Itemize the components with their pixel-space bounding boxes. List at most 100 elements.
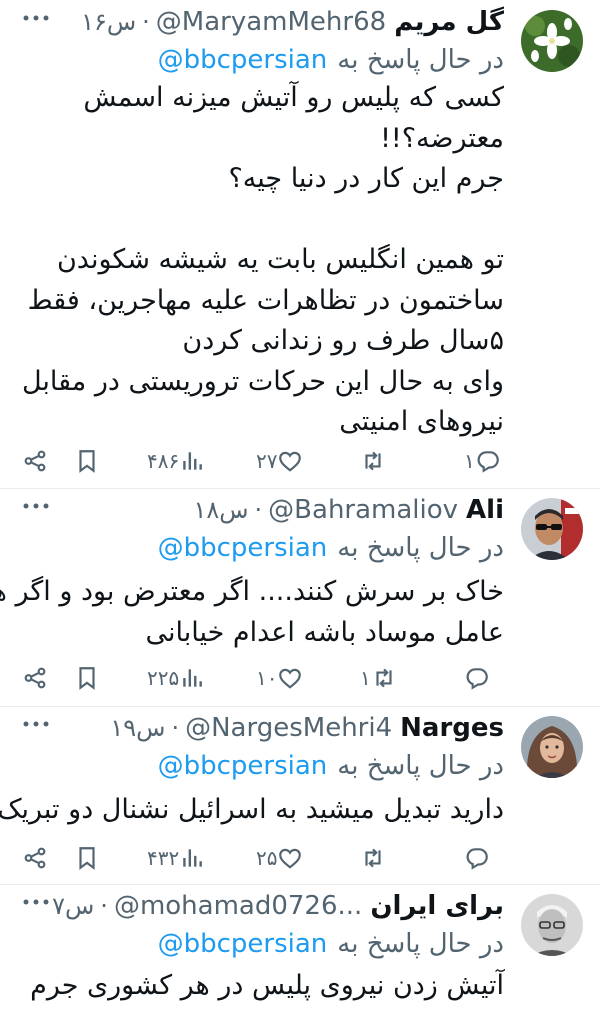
more-options-icon[interactable] (22, 714, 52, 734)
tweet-text-line: تو همین انگلیس بابت یه شیشه شکوندن (56, 244, 504, 275)
more-options-icon[interactable] (22, 892, 52, 912)
tweet-text-line: ساختمون در تظاهرات علیه مهاجرین، فقط (27, 284, 504, 316)
replies-count: ۱ (464, 449, 475, 473)
more-options-icon[interactable] (22, 8, 52, 28)
replying-to: در حال پاسخ به @bbcpersian (10, 38, 504, 82)
like-button[interactable]: ۲۷ (256, 446, 303, 476)
replying-to-user[interactable]: @bbcpersian (158, 533, 328, 563)
heart-icon (279, 668, 302, 689)
views-count: ۴۳۲ (147, 846, 180, 870)
reply-button[interactable]: ۱ (464, 446, 501, 476)
like-button[interactable]: ۱۰ (256, 663, 303, 693)
tweet-text: دارید تبدیل میشید به اسرائیل نشنال دو تب… (0, 790, 504, 831)
replying-to: در حال پاسخ به @bbcpersian (10, 526, 504, 570)
tweet-actions: ۴۳۲ ۲۵ (22, 843, 504, 873)
timestamp[interactable]: ۷س (52, 892, 94, 920)
share-icon (24, 450, 46, 472)
views-button[interactable]: ۲۲۵ (147, 663, 205, 693)
replying-to-user[interactable]: @bbcpersian (158, 45, 328, 75)
share-button[interactable] (22, 843, 48, 873)
tweet[interactable]: Narges @NargesMehri4 · ۱۹س در حال پاسخ ب… (0, 706, 600, 885)
bookmark-button[interactable] (74, 843, 100, 873)
comment-icon (466, 848, 488, 870)
replying-to-label: در حال پاسخ به (337, 751, 504, 781)
tweet-text-line: معترضه؟!! (380, 122, 504, 154)
user-handle[interactable]: @Bahramaliov (268, 495, 458, 525)
retweet-button[interactable] (360, 446, 386, 476)
retweet-button[interactable]: ۱ (360, 663, 397, 693)
tweet-text-line: خاک بر سرش کنند.... اگر معترض بود و اگر … (0, 576, 504, 607)
reply-button[interactable] (464, 663, 490, 693)
comment-icon (466, 668, 488, 690)
bookmark-button[interactable] (74, 663, 100, 693)
views-icon (183, 849, 203, 867)
share-icon (24, 667, 46, 689)
user-handle[interactable]: @mohamad0726... (114, 891, 362, 921)
tweet-header: Narges @NargesMehri4 · ۱۹س (8, 708, 504, 748)
tweet-text: خاک بر سرش کنند.... اگر معترض بود و اگر … (0, 572, 504, 653)
avatar[interactable] (521, 10, 583, 72)
avatar[interactable] (521, 498, 583, 560)
replying-to-label: در حال پاسخ به (337, 929, 504, 959)
tweet-actions: ۴۸۶ ۲۷ ۱ (22, 446, 504, 476)
views-count: ۲۲۵ (147, 666, 180, 690)
share-button[interactable] (22, 663, 48, 693)
tweet-actions: ۲۲۵ ۱۰ ۱ (22, 663, 504, 693)
reply-feed: گل مریم @MaryamMehr68 · ۱۶س در حال پاسخ … (0, 0, 600, 1020)
timestamp[interactable]: ۱۶س (81, 8, 136, 36)
tweet-text-line: جرم این کار در دنیا چیه؟ (228, 163, 504, 194)
likes-count: ۱۰ (256, 666, 278, 690)
views-button[interactable]: ۴۸۶ (147, 446, 205, 476)
tweet-text-line: کسی که پلیس رو آتیش میزنه اسمش (83, 82, 504, 113)
tweet-text-line: ۵سال طرف رو زندانی کردن (182, 325, 504, 356)
bookmark-icon (79, 667, 95, 690)
share-icon (24, 847, 46, 869)
tweet-header: گل مریم @MaryamMehr68 · ۱۶س (8, 2, 504, 42)
retweet-icon (365, 451, 381, 471)
separator-dot: · (100, 892, 108, 920)
tweet[interactable]: Ali @Bahramaliov · ۱۸س در حال پاسخ به @b… (0, 488, 600, 707)
separator-dot: · (254, 496, 263, 524)
display-name[interactable]: برای ایران (370, 891, 504, 921)
bookmark-icon (79, 847, 95, 870)
retweet-button[interactable] (360, 843, 386, 873)
tweet[interactable]: گل مریم @MaryamMehr68 · ۱۶س در حال پاسخ … (0, 0, 600, 489)
tweet-text-line: وای به حال این حرکات تروریستی در مقابل (21, 365, 504, 397)
likes-count: ۲۵ (256, 846, 278, 870)
tweet-text-line: نیروهای امنیتی (339, 406, 504, 437)
timestamp[interactable]: ۱۸س (193, 496, 248, 524)
reply-button[interactable] (464, 843, 490, 873)
tweet-text: کسی که پلیس رو آتیش میزنه اسمش معترضه؟!!… (10, 78, 504, 443)
timestamp[interactable]: ۱۹س (110, 714, 165, 742)
display-name[interactable]: گل مریم (394, 7, 504, 37)
user-handle[interactable]: @NargesMehri4 (185, 713, 392, 743)
heart-icon (279, 451, 302, 472)
likes-count: ۲۷ (256, 449, 278, 473)
tweet-header: Ali @Bahramaliov · ۱۸س (8, 490, 504, 530)
tweet-text-line: آتیش زدن نیروی پلیس در هر کشوری جرم (30, 970, 504, 1001)
replying-to-label: در حال پاسخ به (337, 45, 504, 75)
retweet-icon (376, 668, 392, 688)
tweet-text-line: عامل موساد باشه اعدام خیابانی (145, 616, 504, 648)
bookmark-button[interactable] (74, 446, 100, 476)
heart-icon (279, 848, 302, 869)
display-name[interactable]: Narges (400, 713, 504, 743)
views-button[interactable]: ۴۳۲ (147, 843, 205, 873)
share-button[interactable] (22, 446, 48, 476)
tweet-text-line: دارید تبدیل میشید به اسرائیل نشنال دو تب… (0, 794, 504, 825)
like-button[interactable]: ۲۵ (256, 843, 303, 873)
replying-to-label: در حال پاسخ به (337, 533, 504, 563)
replying-to-user[interactable]: @bbcpersian (158, 929, 328, 959)
tweet[interactable]: برای ایران @mohamad0726... · ۷س در حال پ… (0, 884, 600, 1020)
comment-icon (477, 451, 499, 473)
views-count: ۴۸۶ (147, 449, 180, 473)
tweet-header: برای ایران @mohamad0726... · ۷س (8, 886, 504, 926)
replying-to-user[interactable]: @bbcpersian (158, 751, 328, 781)
user-handle[interactable]: @MaryamMehr68 (156, 7, 386, 37)
display-name[interactable]: Ali (466, 495, 504, 525)
avatar[interactable] (521, 894, 583, 956)
retweet-icon (365, 848, 381, 868)
more-options-icon[interactable] (22, 496, 52, 516)
views-icon (183, 452, 203, 470)
avatar[interactable] (521, 716, 583, 778)
